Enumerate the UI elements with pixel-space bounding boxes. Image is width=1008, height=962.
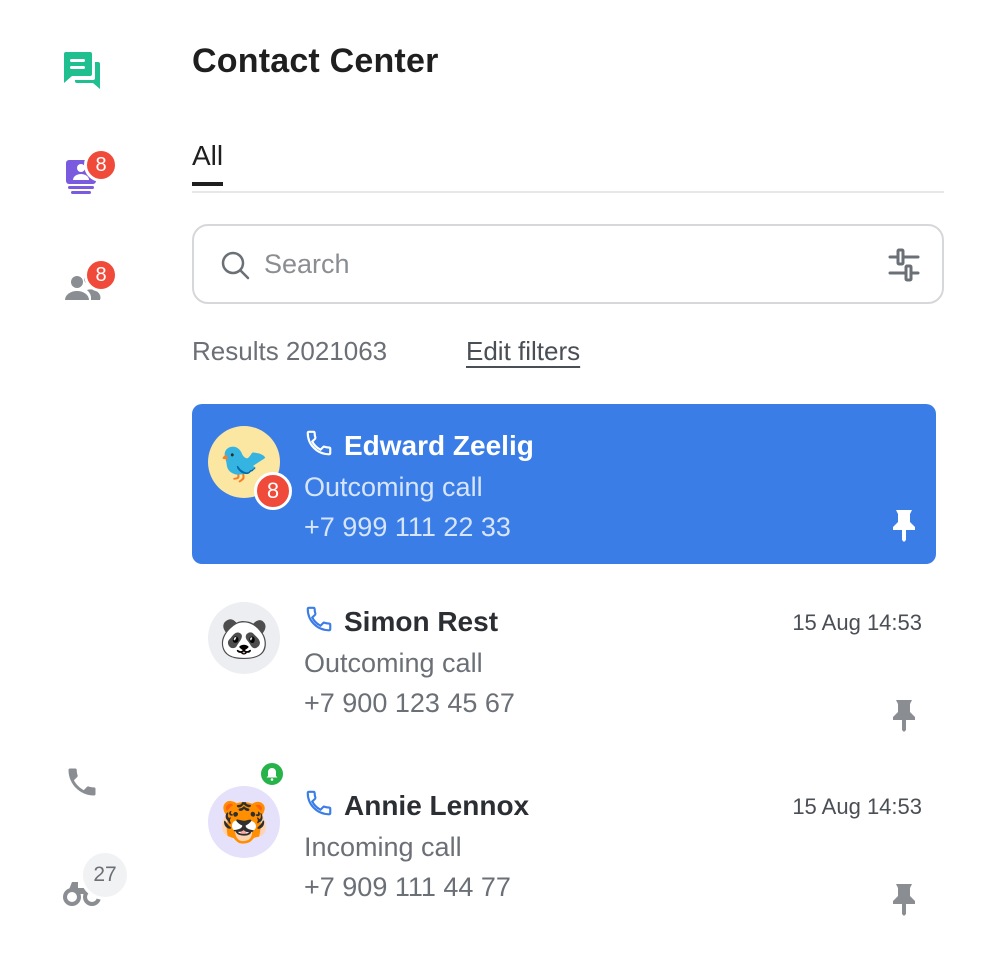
phone-number: +7 909 111 44 77 bbox=[304, 872, 511, 902]
call-type: Incoming call bbox=[304, 832, 462, 862]
rail-item-chats[interactable] bbox=[56, 46, 108, 98]
left-rail: 8 8 27 bbox=[0, 0, 160, 962]
phone-number: +7 900 123 45 67 bbox=[304, 688, 515, 718]
contact-name: Annie Lennox bbox=[344, 790, 530, 821]
queue-badge: 8 bbox=[84, 148, 118, 182]
call-timestamp: 15 Aug 14:53 bbox=[792, 610, 922, 635]
panda-avatar-icon: 🐼 bbox=[219, 616, 269, 661]
contact-card[interactable]: 🐦 8 Edward Zeelig Outcoming call +7 999 … bbox=[192, 404, 936, 564]
contact-card[interactable]: 🐯 Annie Lennox 15 Aug 14:53 Incoming cal… bbox=[192, 760, 936, 924]
contacts-badge: 8 bbox=[84, 258, 118, 292]
search-box bbox=[192, 224, 944, 304]
rail-item-queue[interactable]: 8 bbox=[56, 148, 118, 204]
tiger-avatar-icon: 🐯 bbox=[219, 800, 269, 845]
pin-icon[interactable] bbox=[890, 508, 918, 542]
unread-badge: 8 bbox=[254, 472, 292, 510]
phone-icon bbox=[64, 764, 100, 805]
pin-icon[interactable] bbox=[890, 882, 918, 916]
call-type: Outcoming call bbox=[304, 472, 483, 502]
pin-icon[interactable] bbox=[890, 698, 918, 732]
call-icon bbox=[304, 788, 334, 818]
tab-all[interactable]: All bbox=[192, 140, 224, 186]
avatar: 🐼 bbox=[208, 602, 280, 674]
results-count: Results 2021063 bbox=[192, 336, 388, 366]
call-icon bbox=[304, 604, 334, 634]
avatar: 🐯 bbox=[208, 786, 280, 858]
search-icon bbox=[220, 250, 250, 280]
monitoring-badge: 27 bbox=[80, 850, 130, 900]
chat-icon bbox=[60, 48, 104, 97]
page-title: Contact Center bbox=[192, 42, 439, 80]
contact-name: Edward Zeelig bbox=[344, 430, 534, 461]
rail-item-monitoring[interactable]: 27 bbox=[56, 850, 130, 918]
phone-number: +7 999 111 22 33 bbox=[304, 512, 511, 542]
call-type: Outcoming call bbox=[304, 648, 483, 678]
call-timestamp: 15 Aug 14:53 bbox=[792, 794, 922, 819]
search-input[interactable] bbox=[264, 244, 864, 284]
tab-bar: All bbox=[192, 140, 944, 193]
filter-settings-icon[interactable] bbox=[888, 248, 920, 282]
notification-bell-icon bbox=[258, 760, 286, 788]
rail-item-calls[interactable] bbox=[56, 758, 108, 810]
edit-filters-link[interactable]: Edit filters bbox=[466, 336, 580, 367]
contact-card[interactable]: 🐼 Simon Rest 15 Aug 14:53 Outcoming call… bbox=[192, 580, 936, 740]
call-icon bbox=[304, 428, 334, 458]
contact-name: Simon Rest bbox=[344, 606, 499, 637]
rail-item-contacts[interactable]: 8 bbox=[56, 258, 118, 314]
